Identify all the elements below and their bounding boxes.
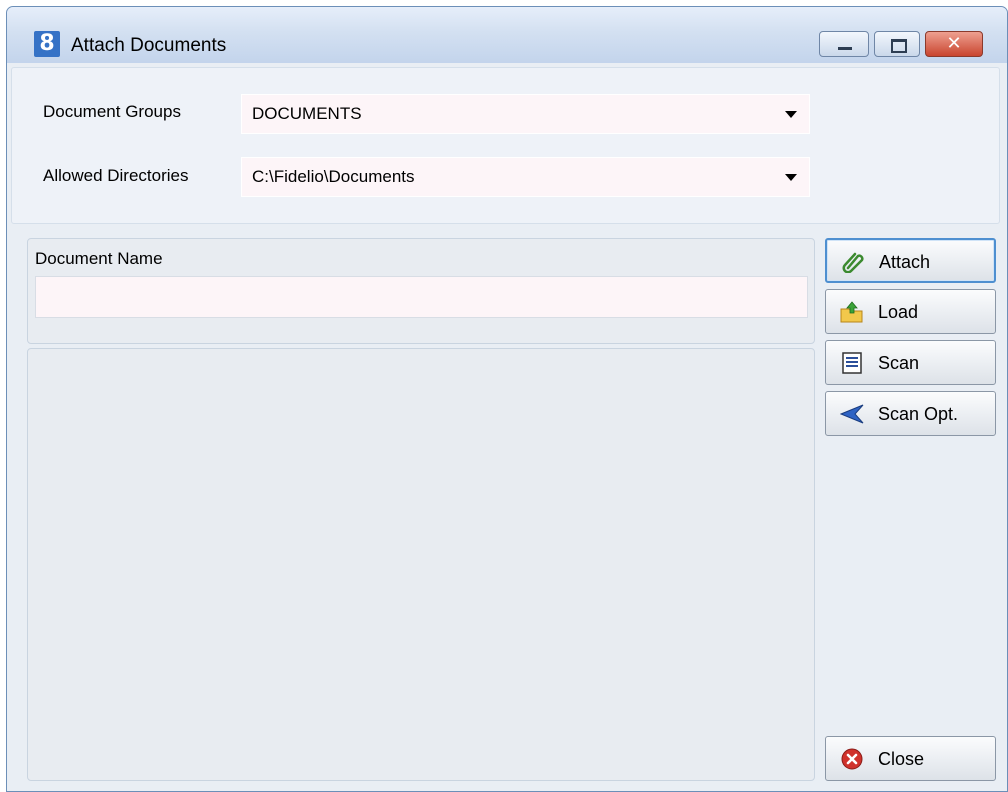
scan-options-label: Scan Opt. <box>878 404 959 424</box>
window-title: Attach Documents <box>71 35 227 56</box>
load-label: Load <box>878 302 919 322</box>
red-x-icon <box>841 748 863 770</box>
scan-button[interactable]: Scan <box>825 340 996 385</box>
blue-arrow-icon <box>840 404 864 424</box>
folder-upload-icon <box>840 301 863 323</box>
paperclip-icon <box>842 252 864 273</box>
document-preview-panel <box>27 348 815 781</box>
allowed-directories-value: C:\Fidelio\Documents <box>252 167 415 186</box>
allowed-directories-label: Allowed Directories <box>43 166 189 185</box>
chevron-down-icon[interactable] <box>785 111 797 118</box>
load-button[interactable]: Load <box>825 289 996 334</box>
title-bar[interactable]: 8 Attach Documents ✕ <box>7 7 1007 63</box>
scan-options-button[interactable]: Scan Opt. <box>825 391 996 436</box>
document-groups-label: Document Groups <box>43 102 181 121</box>
close-icon: ✕ <box>946 33 962 54</box>
maximize-icon <box>891 39 907 53</box>
document-groups-value: DOCUMENTS <box>252 104 362 123</box>
document-name-label: Document Name <box>35 249 163 268</box>
scan-label: Scan <box>878 353 920 373</box>
minimize-icon <box>838 47 852 50</box>
attach-button[interactable]: Attach <box>825 238 996 283</box>
window-close-button[interactable]: ✕ <box>925 31 983 57</box>
filter-panel: Document Groups DOCUMENTS Allowed Direct… <box>11 67 1000 224</box>
document-icon <box>842 352 862 374</box>
close-label: Close <box>878 749 925 769</box>
client-area: Document Groups DOCUMENTS Allowed Direct… <box>7 63 1007 791</box>
document-groups-select[interactable]: DOCUMENTS <box>241 94 810 134</box>
allowed-directories-select[interactable]: C:\Fidelio\Documents <box>241 157 810 197</box>
app-icon: 8 <box>34 31 60 57</box>
document-name-panel: Document Name <box>27 238 815 344</box>
minimize-button[interactable] <box>819 31 869 57</box>
chevron-down-icon[interactable] <box>785 174 797 181</box>
attach-documents-window: 8 Attach Documents ✕ Document Groups DOC… <box>6 6 1008 792</box>
close-button[interactable]: Close <box>825 736 996 781</box>
document-name-input[interactable] <box>35 276 808 318</box>
maximize-button[interactable] <box>874 31 920 57</box>
attach-label: Attach <box>879 252 931 272</box>
